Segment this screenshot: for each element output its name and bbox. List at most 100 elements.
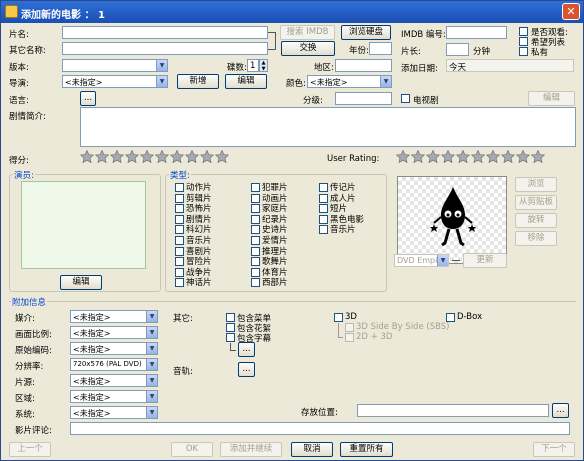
resolution-value: 720x576 (PAL DVD)	[73, 360, 142, 368]
genre-checkbox[interactable]	[175, 278, 184, 288]
star-icon[interactable]	[125, 150, 139, 163]
extras-more-button[interactable]: ...	[238, 342, 255, 357]
dbox-checkbox[interactable]	[446, 313, 455, 322]
star-icon[interactable]	[486, 150, 500, 163]
region-label: 地区:	[314, 63, 334, 73]
region-code-value: <未指定>	[73, 393, 111, 402]
user-rating-stars[interactable]	[396, 150, 545, 163]
extras-featurettes-checkbox[interactable]	[226, 323, 235, 332]
genre-item[interactable]: 音乐片	[319, 223, 356, 235]
location-more-button[interactable]: ...	[552, 403, 569, 418]
star-icon[interactable]	[396, 150, 410, 163]
seen-checkbox[interactable]	[519, 27, 528, 36]
browse-disc-button[interactable]: 浏览硬盘	[341, 25, 391, 40]
star-icon[interactable]	[140, 150, 154, 163]
next-button[interactable]: 下一个	[533, 442, 575, 457]
extras-menu-checkbox[interactable]	[226, 313, 235, 322]
format-3d-label: 3D	[345, 312, 357, 322]
cancel-button[interactable]: 取消	[291, 442, 333, 457]
window-title: 添加新的电影 ： 1	[21, 10, 105, 21]
runtime-input[interactable]	[446, 43, 469, 56]
plot-textarea[interactable]	[80, 107, 576, 147]
genre-item[interactable]: 神话片	[175, 276, 212, 288]
star-icon[interactable]	[155, 150, 169, 163]
other-label: 其它:	[173, 314, 193, 324]
year-input[interactable]	[369, 42, 392, 55]
star-icon[interactable]	[441, 150, 455, 163]
star-icon[interactable]	[170, 150, 184, 163]
system-select[interactable]: <未指定> ▼	[70, 406, 158, 419]
format-sbs-checkbox[interactable]	[345, 323, 354, 332]
color-value: <未指定>	[310, 78, 348, 87]
remove-cover-button[interactable]: 移除	[515, 231, 557, 246]
update-cover-button[interactable]: 更新	[463, 253, 507, 268]
discs-input[interactable]: 1	[247, 59, 259, 72]
private-checkbox[interactable]	[519, 47, 528, 56]
star-icon[interactable]	[501, 150, 515, 163]
score-stars[interactable]	[80, 150, 229, 163]
edit-button[interactable]: 编辑	[225, 74, 267, 89]
star-icon[interactable]	[215, 150, 229, 163]
other-titles-label: 其它名称:	[9, 46, 46, 56]
edition-select[interactable]: ▼	[62, 59, 168, 72]
region-code-select[interactable]: <未指定> ▼	[70, 390, 158, 403]
new-button[interactable]: 新增	[177, 74, 219, 89]
color-select[interactable]: <未指定> ▼	[307, 75, 392, 88]
region-input[interactable]	[335, 59, 392, 72]
cover-size-select[interactable]: DVD Empire ▼	[394, 254, 449, 267]
cover-image[interactable]	[397, 176, 507, 264]
media-select[interactable]: <未指定> ▼	[70, 310, 158, 323]
previous-button[interactable]: 上一个	[9, 442, 51, 457]
tv-series-label: 电视剧	[413, 96, 439, 106]
format-3d-checkbox[interactable]	[334, 313, 343, 322]
certification-input[interactable]	[335, 92, 392, 105]
ok-button[interactable]: OK	[171, 442, 213, 457]
star-icon[interactable]	[531, 150, 545, 163]
genre-item[interactable]: 西部片	[251, 276, 288, 288]
cast-list[interactable]	[21, 181, 146, 269]
certification-edit-button[interactable]: 编辑	[528, 91, 575, 106]
private-label: 私有	[531, 48, 549, 58]
location-input[interactable]	[357, 404, 549, 417]
audio-more-button[interactable]: ...	[238, 362, 255, 377]
discs-spinner[interactable]: ▲ ▼	[259, 59, 268, 72]
add-continue-button[interactable]: 添加并继续	[220, 442, 282, 457]
star-icon[interactable]	[471, 150, 485, 163]
resolution-select[interactable]: 720x576 (PAL DVD) ▼	[70, 358, 158, 371]
star-icon[interactable]	[80, 150, 94, 163]
language-more-button[interactable]: ...	[80, 91, 96, 106]
rotate-button[interactable]: 旋转	[515, 213, 557, 228]
imdb-id-input[interactable]	[446, 26, 507, 39]
browse-cover-button[interactable]: 浏览	[515, 177, 557, 192]
plot-label: 剧情简介:	[9, 112, 46, 122]
cast-edit-button[interactable]: 编辑	[60, 275, 102, 290]
review-input[interactable]	[70, 422, 570, 435]
star-icon[interactable]	[185, 150, 199, 163]
genre-checkbox[interactable]	[251, 278, 260, 288]
certification-label: 分级:	[303, 96, 323, 106]
star-icon[interactable]	[411, 150, 425, 163]
swap-button[interactable]: 交换	[281, 41, 335, 56]
extras-subtitles-checkbox[interactable]	[226, 333, 235, 342]
star-icon[interactable]	[516, 150, 530, 163]
encoding-select[interactable]: <未指定> ▼	[70, 342, 158, 355]
director-select[interactable]: <未指定> ▼	[62, 75, 168, 88]
genre-checkbox[interactable]	[319, 225, 328, 235]
other-titles-input[interactable]	[62, 42, 268, 55]
star-icon[interactable]	[95, 150, 109, 163]
star-icon[interactable]	[426, 150, 440, 163]
frames-select[interactable]: <未指定> ▼	[70, 374, 158, 387]
star-icon[interactable]	[200, 150, 214, 163]
from-clipboard-button[interactable]: 从剪贴板	[515, 195, 557, 210]
star-icon[interactable]	[456, 150, 470, 163]
search-imdb-button[interactable]: 搜索 IMDB	[280, 25, 335, 40]
system-label: 系统:	[15, 410, 35, 420]
reset-all-button[interactable]: 重置所有	[340, 442, 393, 457]
aspect-select[interactable]: <未指定> ▼	[70, 326, 158, 339]
format-2d3d-checkbox[interactable]	[345, 333, 354, 342]
wishlist-checkbox[interactable]	[519, 37, 528, 46]
close-button[interactable]: ✕	[562, 3, 580, 20]
title-input[interactable]	[62, 26, 268, 39]
tv-series-checkbox[interactable]	[401, 94, 410, 103]
star-icon[interactable]	[110, 150, 124, 163]
